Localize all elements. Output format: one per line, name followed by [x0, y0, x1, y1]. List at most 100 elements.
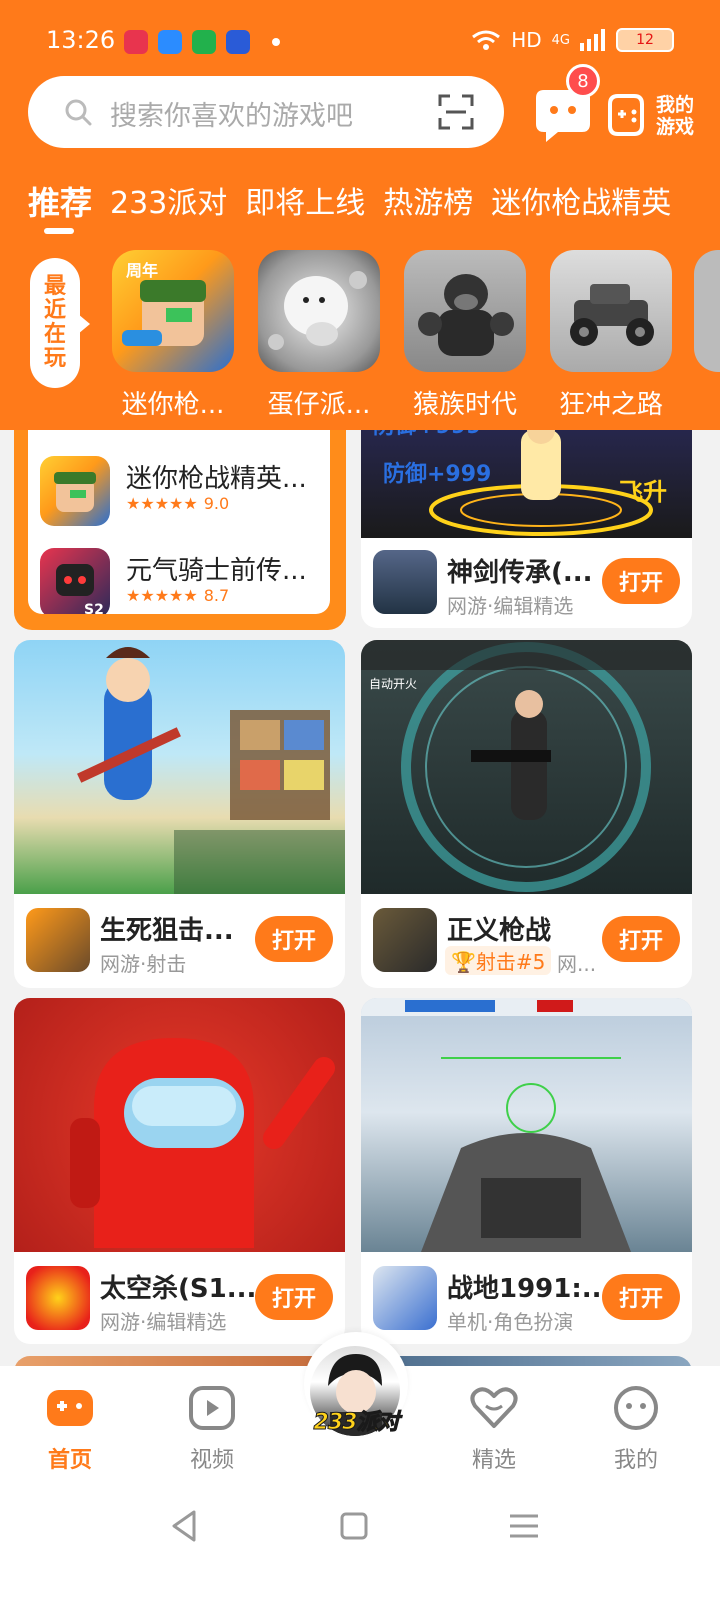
- recent-game[interactable]: 猿族时代: [404, 250, 526, 421]
- game-subtitle: 网游·编辑精选: [447, 594, 574, 618]
- notification-app-icon: [192, 30, 216, 54]
- game-card[interactable]: 自动开火 正义枪战 🏆射击#5 网... 打开: [361, 640, 692, 988]
- nav-label: 我的: [613, 1448, 658, 1473]
- banner-text: 飞升: [619, 478, 667, 506]
- my-games-button[interactable]: 我的游戏: [608, 88, 712, 144]
- nav-featured[interactable]: 精选: [444, 1386, 544, 1474]
- game-feed: 迷你枪战精英... ★★★★★ 9.0 S2 元气骑士前传... ★★★★★ 8.7…: [0, 420, 720, 1370]
- open-button[interactable]: 打开: [255, 916, 333, 962]
- game-title: 战地1991:...: [447, 1274, 612, 1304]
- status-bar: 13:26 HD 4G 12: [0, 0, 720, 86]
- recent-game-name: 狂冲之路: [558, 390, 663, 420]
- wifi-icon: [472, 30, 501, 50]
- open-button[interactable]: 打开: [255, 1274, 333, 1320]
- back-icon[interactable]: [164, 1506, 204, 1546]
- search-bar[interactable]: 搜索你喜欢的游戏吧: [28, 76, 504, 148]
- game-title: 神剑传承(...: [447, 558, 593, 588]
- tab-recommend[interactable]: 推荐: [28, 178, 92, 224]
- game-icon: S2: [40, 548, 110, 614]
- recent-game[interactable]: 狂冲之路: [550, 250, 672, 421]
- battery-icon: 12: [616, 28, 674, 52]
- scan-icon[interactable]: [438, 94, 474, 130]
- rating: ★★★★★ 8.7: [126, 586, 229, 605]
- recent-label-text: 最近在玩: [43, 274, 66, 371]
- nav-233-party[interactable]: 233派对: [304, 1332, 408, 1436]
- game-title: 太空杀(S1...: [100, 1274, 257, 1304]
- game-icon: [26, 908, 90, 972]
- ranking-item[interactable]: 迷你枪战精英... ★★★★★ 9.0: [40, 456, 330, 526]
- video-play-icon: [189, 1386, 235, 1430]
- bottom-navigation: 首页 视频 233派对 精选 我的: [0, 1332, 720, 1600]
- rating-value: 8.7: [203, 586, 230, 605]
- game-icon: 周年: [112, 250, 234, 372]
- notification-app-icon: [158, 30, 182, 54]
- tab-coming-soon[interactable]: 即将上线: [245, 178, 365, 224]
- recent-game[interactable]: 周年 迷你枪...: [112, 250, 234, 421]
- svg-text:周年: 周年: [126, 261, 158, 280]
- game-title: 生死狙击...: [100, 916, 234, 946]
- open-button[interactable]: 打开: [602, 916, 680, 962]
- game-card[interactable]: 防御+999 防御+999 飞升 神剑传承(... 网游·编辑精选 打开: [361, 420, 692, 628]
- game-icon: [373, 908, 437, 972]
- game-card[interactable]: 生死狙击... 网游·射击 打开: [14, 640, 345, 988]
- gamepad-icon: [47, 1390, 93, 1426]
- recent-game[interactable]: 蛋仔派...: [258, 250, 380, 421]
- game-icon: [40, 456, 110, 526]
- game-banner: 防御+999 防御+999 飞升: [361, 420, 692, 538]
- nav-label: 视频: [189, 1448, 234, 1473]
- banner-text: 防御+999: [383, 462, 492, 487]
- ranking-item[interactable]: S2 元气骑士前传... ★★★★★ 8.7: [40, 548, 330, 614]
- trophy-icon: 🏆: [451, 950, 476, 974]
- recent-game-partial[interactable]: [694, 250, 720, 372]
- category-tabs: 推荐 233派对 即将上线 热游榜 迷你枪战精英: [28, 178, 671, 224]
- game-icon: [258, 250, 380, 372]
- notification-app-icon: [124, 30, 148, 54]
- recent-arrow-icon: [78, 314, 90, 334]
- game-icon: [550, 250, 672, 372]
- profile-face-icon: [614, 1386, 658, 1430]
- rank-tag: 🏆射击#5: [445, 946, 552, 975]
- more-notifications-icon: [272, 38, 280, 46]
- rating: ★★★★★ 9.0: [126, 494, 229, 513]
- tab-mini-gun[interactable]: 迷你枪战精英: [491, 178, 671, 224]
- recent-game-name: 迷你枪...: [121, 390, 225, 420]
- game-subtitle: 网游·射击: [100, 952, 187, 976]
- nav-video[interactable]: 视频: [162, 1386, 262, 1474]
- home-icon[interactable]: [334, 1506, 374, 1546]
- game-card[interactable]: 战地1991:... 单机·角色扮演 打开: [361, 998, 692, 1344]
- game-banner: 自动开火: [361, 640, 692, 894]
- nav-label: 精选: [471, 1448, 516, 1473]
- game-icon: [404, 250, 526, 372]
- recent-game-name: 蛋仔派...: [267, 390, 371, 420]
- ranking-list: 迷你枪战精英... ★★★★★ 9.0 S2 元气骑士前传... ★★★★★ 8.7: [28, 420, 330, 614]
- signal-icon: [580, 29, 605, 51]
- tab-indicator: [44, 228, 74, 234]
- ranking-game-name: 元气骑士前传...: [126, 556, 307, 586]
- game-banner: [361, 998, 692, 1252]
- game-subtitle: 网游·编辑精选: [100, 1310, 227, 1334]
- game-icon: [694, 250, 720, 372]
- open-button[interactable]: 打开: [602, 558, 680, 604]
- recent-game-name: 猿族时代: [412, 390, 517, 420]
- nav-profile[interactable]: 我的: [586, 1386, 686, 1474]
- my-games-label: 我的游戏: [656, 94, 695, 138]
- game-icon: [373, 550, 437, 614]
- status-right: HD 4G 12: [471, 28, 674, 52]
- header: 13:26 HD 4G 12 搜索你喜欢的游戏吧 8 我的游戏 推荐 233派对…: [0, 0, 720, 430]
- signal-label: 4G: [551, 32, 570, 48]
- game-subtitle: 单机·角色扮演: [447, 1310, 574, 1334]
- game-banner: [14, 640, 345, 894]
- game-icon: [26, 1266, 90, 1330]
- nav-home[interactable]: 首页: [20, 1386, 120, 1474]
- status-time: 13:26: [46, 26, 116, 54]
- ranking-game-name: 迷你枪战精英...: [126, 464, 307, 494]
- star-rating-icon: ★★★★★: [126, 586, 198, 605]
- open-button[interactable]: 打开: [602, 1274, 680, 1320]
- tab-hot-list[interactable]: 热游榜: [383, 178, 473, 224]
- message-badge: 8: [566, 64, 600, 98]
- game-card[interactable]: 太空杀(S1... 网游·编辑精选 打开: [14, 998, 345, 1344]
- tab-233-party[interactable]: 233派对: [110, 178, 227, 224]
- svg-text:S2: S2: [84, 602, 104, 614]
- menu-icon[interactable]: [504, 1506, 544, 1546]
- nav-label: 首页: [47, 1448, 92, 1473]
